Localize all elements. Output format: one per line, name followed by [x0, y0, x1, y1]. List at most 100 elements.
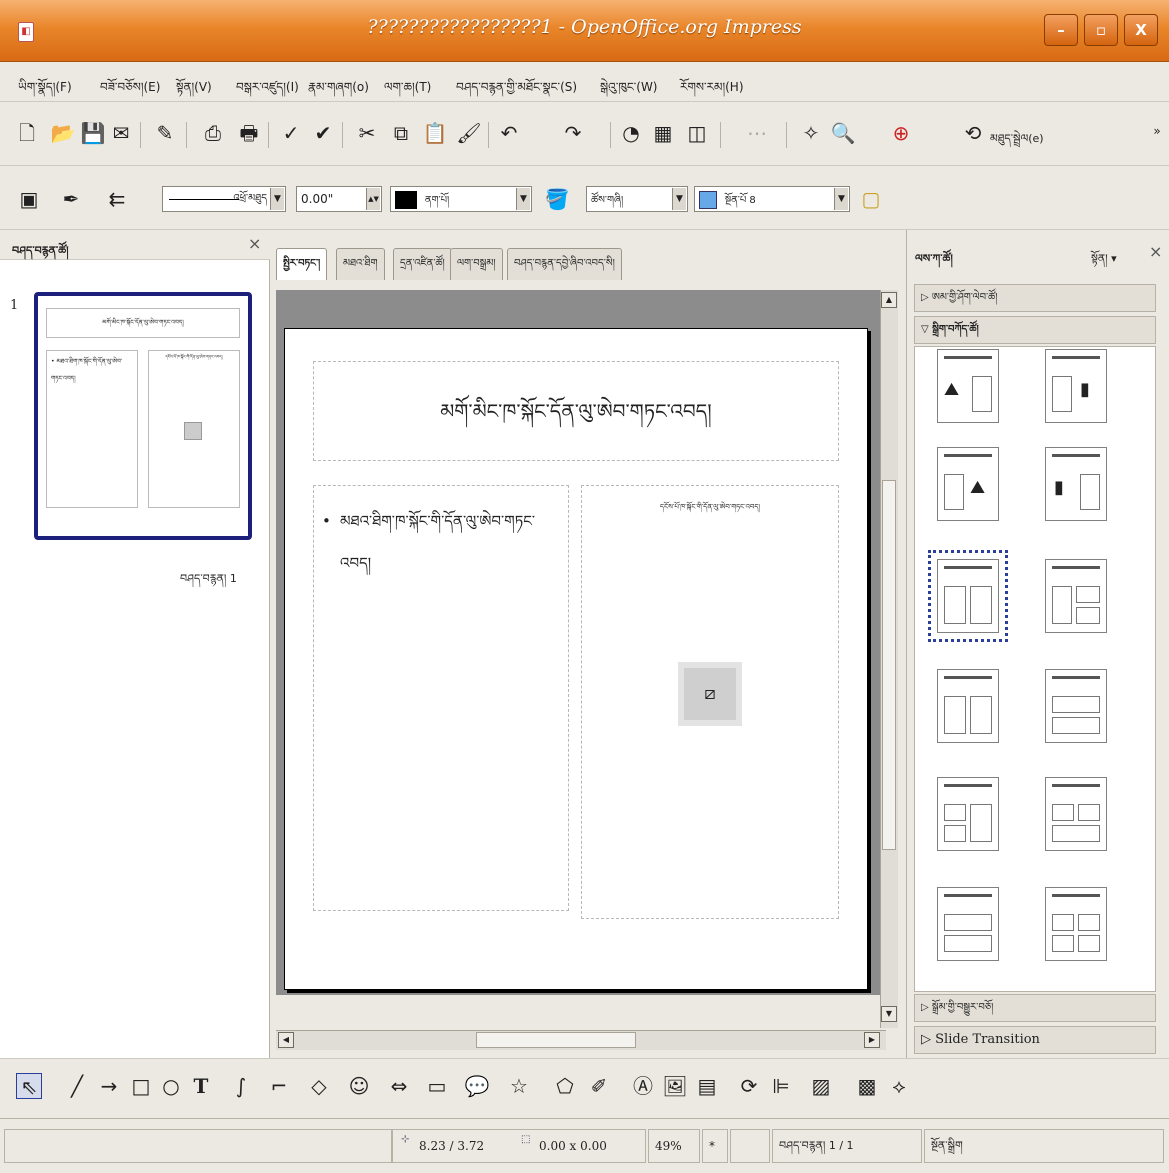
- tab-notes[interactable]: དྲན་འཛིན་ཚོ།: [393, 248, 452, 280]
- stars-icon[interactable]: ☆: [506, 1073, 532, 1099]
- layout-title-text-clipart[interactable]: ⛰: [937, 447, 999, 521]
- tab-normal[interactable]: སྤྱིར་བཏང་།: [276, 248, 328, 280]
- 3d-effects-icon[interactable]: ▩: [854, 1073, 880, 1099]
- chart-icon[interactable]: ◔: [618, 120, 644, 146]
- slide-thumbnail[interactable]: མགོ་མིང་ཁ་སྐོང་དོན་ལུ་ཨེབ་གཏང་འབད། • མཐའ…: [34, 292, 252, 540]
- horizontal-scrollbar[interactable]: ◀ ▶: [276, 1030, 886, 1050]
- arrange-icon[interactable]: ▨: [808, 1073, 834, 1099]
- insert-object-icon[interactable]: ⧄: [678, 662, 742, 726]
- vertical-scroll-thumb[interactable]: [882, 480, 896, 850]
- navigator-icon[interactable]: ✧: [798, 120, 824, 146]
- minimize-button[interactable]: –: [1044, 14, 1078, 46]
- block-arrows-icon[interactable]: ⇔: [386, 1073, 412, 1099]
- curve-tool-icon[interactable]: ∫: [228, 1073, 254, 1099]
- line-tool-icon[interactable]: ╱: [64, 1073, 90, 1099]
- rotate-icon[interactable]: ⟳: [736, 1073, 762, 1099]
- ellipse-tool-icon[interactable]: ○: [158, 1073, 184, 1099]
- cut-icon[interactable]: ✂: [354, 120, 380, 146]
- scroll-up-icon[interactable]: ▲: [881, 292, 897, 308]
- display-icon[interactable]: ◫: [684, 120, 710, 146]
- symbol-shapes-icon[interactable]: ☺: [346, 1073, 372, 1099]
- new-document-icon[interactable]: 🗋: [14, 120, 40, 146]
- print-icon[interactable]: 🖶: [236, 120, 262, 146]
- export-pdf-icon[interactable]: ⎙: [200, 120, 226, 146]
- horizontal-scroll-thumb[interactable]: [476, 1032, 636, 1048]
- task-pane-view-menu[interactable]: སྟོན། ▾: [1091, 246, 1117, 277]
- maximize-button[interactable]: ▫: [1084, 14, 1118, 46]
- callouts-icon[interactable]: 💬: [464, 1073, 490, 1099]
- object-placeholder[interactable]: དངོས་པོ་ཁ་སྐོང་གི་དོན་ལུ་ཨེབ་གཏང་འབད། ⧄: [581, 485, 839, 919]
- basic-shapes-icon[interactable]: ◇: [306, 1073, 332, 1099]
- layout-title-4objects[interactable]: [1045, 887, 1107, 961]
- save-icon[interactable]: 💾: [80, 120, 106, 146]
- section-custom-animation[interactable]: ▷ སྒྲོམ་གྱི་བསྒྱུར་བཅོ།: [914, 994, 1156, 1022]
- scroll-left-icon[interactable]: ◀: [278, 1032, 294, 1048]
- table-icon[interactable]: ▦: [650, 120, 676, 146]
- help-label[interactable]: མཐུད་སྦྲེལ(e): [990, 126, 1044, 157]
- grid-icon[interactable]: ⋯: [744, 120, 770, 146]
- layout-title-2objects-over-text[interactable]: [1045, 777, 1107, 851]
- edit-file-icon[interactable]: ✎: [152, 120, 178, 146]
- glue-points-icon[interactable]: ✐: [586, 1073, 612, 1099]
- layout-title-clipart-text[interactable]: ⛰: [937, 349, 999, 423]
- line-icon[interactable]: ✒: [58, 186, 84, 212]
- task-pane-close-icon[interactable]: ×: [1149, 242, 1162, 261]
- from-file-icon[interactable]: 🖼: [662, 1073, 688, 1099]
- shadow-icon[interactable]: ▢: [858, 186, 884, 212]
- layout-title-chart-text[interactable]: ▮: [1045, 447, 1107, 521]
- open-folder-icon[interactable]: 📂: [50, 120, 76, 146]
- fill-bucket-icon[interactable]: 🪣: [544, 186, 570, 212]
- arrow-tool-icon[interactable]: →: [96, 1073, 122, 1099]
- frame-icon[interactable]: ▣: [16, 186, 42, 212]
- layout-title-object-over-text[interactable]: [1045, 669, 1107, 743]
- zoom-icon[interactable]: 🔍: [830, 120, 856, 146]
- line-width-field[interactable]: 0.00" ▲▼: [296, 186, 382, 212]
- section-master-pages[interactable]: ▷ ཨམ་གྱི་ཤོག་ལེབ་ཚོ།: [914, 284, 1156, 312]
- tab-handout[interactable]: ལག་བསྒྲམ།: [450, 248, 503, 280]
- spellcheck-icon[interactable]: ✓: [278, 120, 304, 146]
- points-icon[interactable]: ⬠: [552, 1073, 578, 1099]
- layout-title-2objects-text[interactable]: [937, 777, 999, 851]
- fill-color-select[interactable]: སྔོན་པོ 8 ▼: [694, 186, 850, 212]
- toolbar-overflow-icon[interactable]: »: [1144, 118, 1169, 144]
- layout-title-text-2objects[interactable]: [1045, 559, 1107, 633]
- arrow-style-icon[interactable]: ⇇: [104, 186, 130, 212]
- fontwork-icon[interactable]: Ⓐ: [630, 1073, 656, 1099]
- line-style-select[interactable]: འཕྲོ་མཐུད ▼: [162, 186, 286, 212]
- section-layouts[interactable]: ▽ སྒྲིག་བཀོད་ཚོ།: [914, 316, 1156, 344]
- gallery-icon[interactable]: ▤: [694, 1073, 720, 1099]
- email-icon[interactable]: ✉: [108, 120, 134, 146]
- text-tool-icon[interactable]: T: [188, 1073, 214, 1099]
- layout-title-text-over-object[interactable]: [937, 887, 999, 961]
- fill-type-select[interactable]: ཚོས་གཞི། ▼: [586, 186, 688, 212]
- paste-icon[interactable]: 📋: [422, 120, 448, 146]
- title-placeholder[interactable]: མགོ་མིང་ཁ་སྐོང་དོན་ལུ་ཨེབ་གཏང་འབད།: [313, 361, 839, 461]
- connector-tool-icon[interactable]: ⌐: [266, 1073, 292, 1099]
- scroll-down-icon[interactable]: ▼: [881, 1006, 897, 1022]
- layout-title-text-object[interactable]: [928, 550, 1008, 642]
- redo-icon[interactable]: ↷: [560, 120, 586, 146]
- scroll-right-icon[interactable]: ▶: [864, 1032, 880, 1048]
- slide[interactable]: མགོ་མིང་ཁ་སྐོང་དོན་ལུ་ཨེབ་གཏང་འབད། • མཐའ…: [284, 328, 868, 990]
- text-placeholder[interactable]: • མཐའ་ཐིག་ཁ་སྐོང་གི་དོན་ལུ་ཨེབ་གཏང་འབད།: [313, 485, 569, 911]
- line-color-select[interactable]: ནག་པོ། ▼: [390, 186, 532, 212]
- layout-title-object-text[interactable]: [937, 669, 999, 743]
- undo-icon[interactable]: ↶: [496, 120, 522, 146]
- slides-pane-close-icon[interactable]: ×: [248, 234, 261, 253]
- help-lifebuoy-icon[interactable]: ⊕: [888, 120, 914, 146]
- flowchart-icon[interactable]: ▭: [424, 1073, 450, 1099]
- vertical-scrollbar[interactable]: ▲ ▼: [880, 290, 898, 1028]
- alignment-icon[interactable]: ⊫: [768, 1073, 794, 1099]
- zoom-level[interactable]: 49%: [648, 1129, 700, 1163]
- section-slide-transition[interactable]: ▷ Slide Transition: [914, 1026, 1156, 1054]
- tab-slide-sorter[interactable]: བཤད་བརྙན་དབྱེ་ཞིབ་འབད་སི།: [507, 248, 622, 280]
- select-pointer-icon[interactable]: ⇖: [16, 1073, 42, 1099]
- tab-outline[interactable]: མཐའ་ཐིག: [336, 248, 385, 280]
- layout-title-text-chart[interactable]: ▮: [1045, 349, 1107, 423]
- copy-icon[interactable]: ⧉: [388, 120, 414, 146]
- extrusion-icon[interactable]: ⟡: [886, 1073, 912, 1099]
- autospellcheck-icon[interactable]: ✔: [310, 120, 336, 146]
- rectangle-tool-icon[interactable]: □: [128, 1073, 154, 1099]
- close-button[interactable]: X: [1124, 14, 1158, 46]
- clone-format-icon[interactable]: 🖌: [456, 120, 482, 146]
